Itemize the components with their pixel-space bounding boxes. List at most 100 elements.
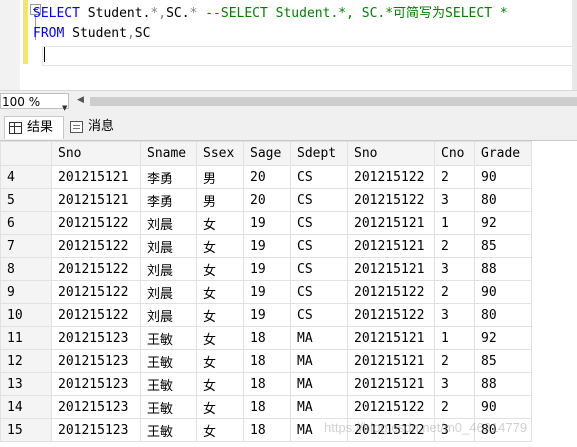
table-cell[interactable]: 李勇 [140,165,197,189]
row-number[interactable]: 12 [0,349,52,373]
table-cell[interactable]: 3 [434,372,475,396]
table-cell[interactable]: 王敏 [140,395,197,419]
table-cell[interactable]: 2 [434,395,475,419]
table-cell[interactable]: 2 [434,165,475,189]
row-number[interactable]: 10 [0,303,52,327]
table-row[interactable]: 11 201215123 王敏女 18 MA 201215121 1 92 [0,326,532,350]
table-cell[interactable]: CS [290,257,348,281]
table-cell[interactable]: 2 [434,349,475,373]
table-cell[interactable]: 85 [474,349,532,373]
table-cell[interactable]: 3 [434,188,475,212]
table-cell[interactable]: 3 [434,303,475,327]
table-cell[interactable]: CS [290,188,348,212]
table-cell[interactable]: 19 [243,257,291,281]
row-number[interactable]: 13 [0,372,52,396]
table-row[interactable]: 10 201215122 刘晨女 19 CS 201215122 3 80 [0,303,532,327]
table-cell[interactable]: 201215121 [347,372,435,396]
table-cell[interactable]: 女 [196,395,244,419]
table-cell[interactable]: 201215123 [51,418,141,442]
table-cell[interactable]: 201215122 [51,280,141,304]
table-cell[interactable]: 90 [474,280,532,304]
table-cell[interactable]: 20 [243,165,291,189]
results-grid[interactable]: Sno Sname Ssex Sage Sdept Sno Cno Grade … [0,141,577,447]
table-row[interactable]: 4 201215121 李勇男 20 CS 201215122 2 90 [0,165,532,189]
table-cell[interactable]: CS [290,211,348,235]
table-cell[interactable]: 1 [434,211,475,235]
table-cell[interactable]: 201215122 [51,211,141,235]
table-cell[interactable]: CS [290,280,348,304]
table-cell[interactable]: 1 [434,326,475,350]
row-number-header[interactable] [0,141,52,166]
table-cell[interactable]: 刘晨 [140,280,197,304]
column-header[interactable]: Grade [474,141,532,166]
table-cell[interactable]: 19 [243,211,291,235]
table-cell[interactable]: CS [290,234,348,258]
column-header[interactable]: Ssex [196,141,244,166]
table-cell[interactable]: 18 [243,372,291,396]
column-header[interactable]: Sno [347,141,435,166]
table-cell[interactable]: 88 [474,372,532,396]
row-number[interactable]: 14 [0,395,52,419]
column-header[interactable]: Sname [140,141,197,166]
table-cell[interactable]: 女 [196,349,244,373]
table-row[interactable]: 12 201215123 王敏女 18 MA 201215121 2 85 [0,349,532,373]
tab-messages[interactable]: 消息 [66,116,126,138]
table-cell[interactable]: 90 [474,395,532,419]
table-cell[interactable]: 201215121 [347,234,435,258]
editor-scrollbar[interactable] [572,0,577,90]
table-cell[interactable]: 201215122 [347,188,435,212]
table-cell[interactable]: 201215122 [347,165,435,189]
table-cell[interactable]: 2 [434,280,475,304]
table-cell[interactable]: 18 [243,418,291,442]
column-header[interactable]: Sage [243,141,291,166]
table-cell[interactable]: 201215121 [51,188,141,212]
table-cell[interactable]: 19 [243,234,291,258]
table-cell[interactable]: 201215122 [347,280,435,304]
table-cell[interactable]: CS [290,303,348,327]
table-cell[interactable]: 王敏 [140,326,197,350]
table-cell[interactable]: 201215121 [51,165,141,189]
row-number[interactable]: 11 [0,326,52,350]
column-header[interactable]: Sno [51,141,141,166]
table-cell[interactable]: 201215123 [51,326,141,350]
table-cell[interactable]: MA [290,372,348,396]
table-cell[interactable]: 201215122 [347,303,435,327]
column-header[interactable]: Sdept [290,141,348,166]
row-number[interactable]: 7 [0,234,52,258]
table-cell[interactable]: 80 [474,303,532,327]
table-cell[interactable]: 88 [474,257,532,281]
table-cell[interactable]: 女 [196,211,244,235]
horizontal-scrollbar[interactable] [90,97,577,106]
table-cell[interactable]: 男 [196,188,244,212]
row-number[interactable]: 9 [0,280,52,304]
row-number[interactable]: 6 [0,211,52,235]
table-cell[interactable]: 3 [434,257,475,281]
table-cell[interactable]: MA [290,326,348,350]
table-row[interactable]: 13 201215123 王敏女 18 MA 201215121 3 88 [0,372,532,396]
table-cell[interactable]: 18 [243,349,291,373]
table-cell[interactable]: 201215122 [51,234,141,258]
table-cell[interactable]: 201215123 [51,372,141,396]
row-number[interactable]: 4 [0,165,52,189]
column-header[interactable]: Cno [434,141,475,166]
query-editor[interactable]: SELECT Student.*,SC.* --SELECT Student.*… [0,0,577,90]
table-cell[interactable]: 王敏 [140,372,197,396]
row-number[interactable]: 8 [0,257,52,281]
table-cell[interactable]: 201215123 [51,395,141,419]
table-cell[interactable]: MA [290,349,348,373]
table-cell[interactable]: MA [290,395,348,419]
table-cell[interactable]: 女 [196,372,244,396]
table-cell[interactable]: 女 [196,303,244,327]
table-cell[interactable]: 女 [196,280,244,304]
table-cell[interactable]: 女 [196,326,244,350]
table-cell[interactable]: 19 [243,303,291,327]
table-row[interactable]: 6 201215122 刘晨女 19 CS 201215121 1 92 [0,211,532,235]
row-number[interactable]: 15 [0,418,52,442]
zoom-select[interactable]: 100 % ▼ [0,93,69,112]
table-cell[interactable]: 80 [474,188,532,212]
table-cell[interactable]: 王敏 [140,349,197,373]
table-cell[interactable]: 女 [196,418,244,442]
table-row[interactable]: 7 201215122 刘晨女 19 CS 201215121 2 85 [0,234,532,258]
table-cell[interactable]: 19 [243,280,291,304]
table-cell[interactable]: 201215123 [51,349,141,373]
